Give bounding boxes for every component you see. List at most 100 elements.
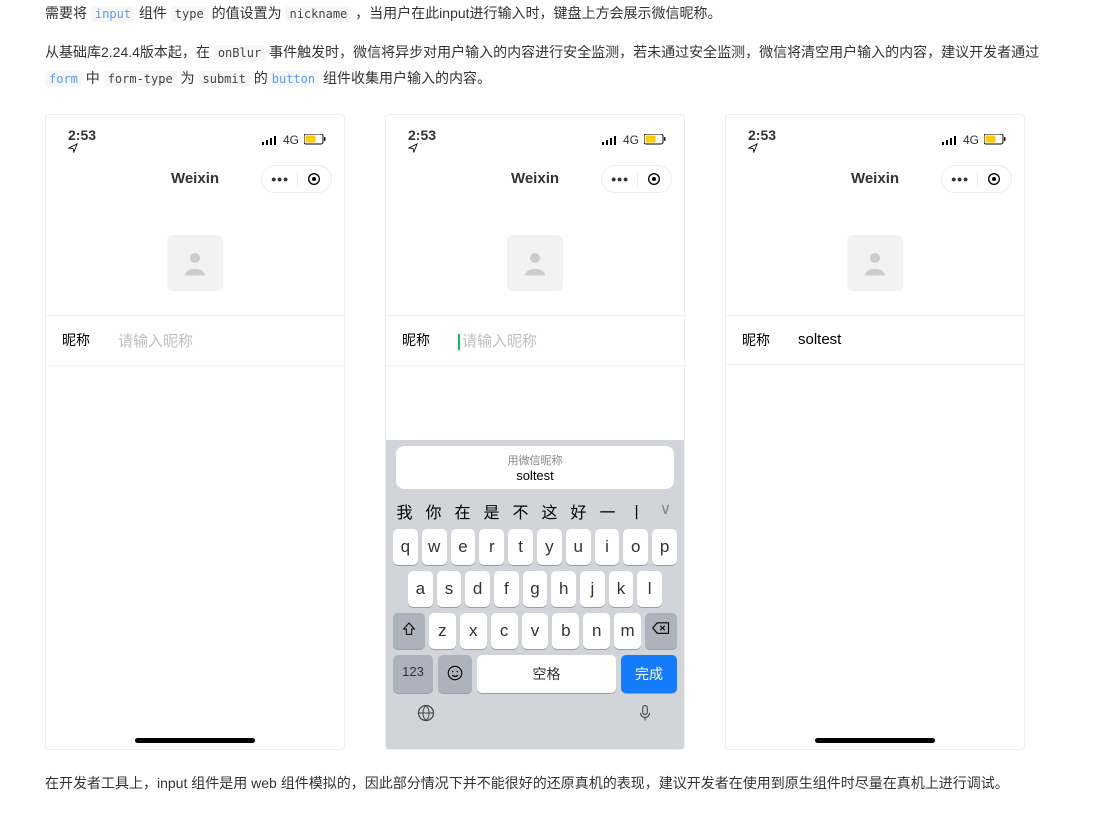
page-title: Weixin xyxy=(171,170,219,187)
key[interactable]: k xyxy=(609,571,634,607)
avatar[interactable] xyxy=(847,235,903,291)
key[interactable]: w xyxy=(422,529,447,565)
field-label: 昵称 xyxy=(742,330,798,350)
capsule-button[interactable]: ••• xyxy=(601,165,672,193)
code-form: form xyxy=(45,71,82,87)
done-key[interactable]: 完成 xyxy=(621,655,677,693)
chevron-down-icon[interactable]: ∨ xyxy=(651,499,680,523)
candidate[interactable]: 是 xyxy=(477,499,506,523)
nickname-suggestion[interactable]: 用微信昵称 soltest xyxy=(396,446,674,489)
key[interactable]: x xyxy=(460,613,487,649)
location-icon xyxy=(68,143,78,153)
key[interactable]: z xyxy=(429,613,456,649)
key[interactable]: c xyxy=(491,613,518,649)
emoji-key[interactable] xyxy=(438,655,472,693)
capsule-button[interactable]: ••• xyxy=(261,165,332,193)
nickname-field[interactable]: 昵称 请输入昵称 xyxy=(46,315,344,366)
paragraph-3: 在开发者工具上，input 组件是用 web 组件模拟的，因此部分情况下并不能很… xyxy=(45,770,1052,797)
candidate[interactable]: 这 xyxy=(535,499,564,523)
avatar[interactable] xyxy=(507,235,563,291)
key[interactable]: o xyxy=(623,529,648,565)
key[interactable]: v xyxy=(522,613,549,649)
nav-bar: Weixin ••• xyxy=(726,159,1024,199)
key[interactable]: t xyxy=(508,529,533,565)
suggestion-value: soltest xyxy=(396,468,674,483)
signal-icon xyxy=(602,135,618,145)
network-label: 4G xyxy=(623,133,639,147)
candidate[interactable]: 我 xyxy=(390,499,419,523)
key[interactable]: p xyxy=(652,529,677,565)
avatar-container xyxy=(46,199,344,315)
candidate[interactable]: 你 xyxy=(419,499,448,523)
key[interactable]: m xyxy=(614,613,641,649)
key[interactable]: s xyxy=(437,571,462,607)
key[interactable]: g xyxy=(523,571,548,607)
signal-icon xyxy=(262,135,278,145)
paragraph-1: 需要将 input 组件 type 的值设置为 nickname ，当用户在此i… xyxy=(45,0,1052,27)
status-bar: 2:53 4G xyxy=(726,115,1024,159)
more-icon[interactable]: ••• xyxy=(951,171,978,187)
space-key[interactable]: 空格 xyxy=(477,655,616,693)
phone-2: 2:53 4G Weixin ••• 昵称 xyxy=(385,114,685,750)
suggestion-title: 用微信昵称 xyxy=(396,452,674,468)
key[interactable]: r xyxy=(479,529,504,565)
status-bar: 2:53 4G xyxy=(386,115,684,159)
key[interactable]: e xyxy=(451,529,476,565)
key[interactable]: l xyxy=(637,571,662,607)
key[interactable]: y xyxy=(537,529,562,565)
key[interactable]: u xyxy=(566,529,591,565)
key[interactable]: f xyxy=(494,571,519,607)
close-icon[interactable] xyxy=(298,171,322,187)
screenshot-row: 2:53 4G Weixin ••• 昵称 xyxy=(0,104,1097,770)
nickname-field[interactable]: 昵称 请输入昵称 xyxy=(386,315,684,366)
phone-1: 2:53 4G Weixin ••• 昵称 xyxy=(45,114,345,750)
code-submit: submit xyxy=(199,71,250,87)
candidate[interactable]: 好 xyxy=(564,499,593,523)
nickname-input[interactable]: 请输入昵称 xyxy=(118,330,328,351)
phone-3: 2:53 4G Weixin ••• 昵称 xyxy=(725,114,1025,750)
nickname-field[interactable]: 昵称 soltest xyxy=(726,315,1024,365)
num-key[interactable]: 123 xyxy=(393,655,433,693)
key[interactable]: a xyxy=(408,571,433,607)
capsule-button[interactable]: ••• xyxy=(941,165,1012,193)
code-input: input xyxy=(91,6,135,22)
home-indicator xyxy=(815,738,935,743)
key[interactable]: h xyxy=(551,571,576,607)
candidate[interactable]: 一 xyxy=(593,499,622,523)
key[interactable]: d xyxy=(465,571,490,607)
avatar-placeholder-icon xyxy=(520,248,550,278)
close-icon[interactable] xyxy=(978,171,1002,187)
more-icon[interactable]: ••• xyxy=(611,171,638,187)
key[interactable]: q xyxy=(393,529,418,565)
code-button: button xyxy=(268,71,319,87)
page-title: Weixin xyxy=(851,170,899,187)
key[interactable]: b xyxy=(552,613,579,649)
more-icon[interactable]: ••• xyxy=(271,171,298,187)
close-icon[interactable] xyxy=(638,171,662,187)
key-row-bottom: 123 空格 完成 xyxy=(390,655,680,693)
nickname-input[interactable]: soltest xyxy=(798,331,1008,348)
globe-icon[interactable] xyxy=(416,703,436,723)
avatar-placeholder-icon xyxy=(180,248,210,278)
key[interactable]: n xyxy=(583,613,610,649)
mic-icon[interactable] xyxy=(636,703,654,723)
field-label: 昵称 xyxy=(402,330,458,350)
status-bar: 2:53 4G xyxy=(46,115,344,159)
candidate-row: 我 你 在 是 不 这 好 一 ㅣ ∨ xyxy=(390,495,680,529)
avatar-container xyxy=(726,199,1024,315)
status-time: 2:53 xyxy=(748,127,780,153)
page-title: Weixin xyxy=(511,170,559,187)
key[interactable]: i xyxy=(595,529,620,565)
backspace-key[interactable] xyxy=(645,613,677,649)
nickname-input[interactable]: 请输入昵称 xyxy=(458,330,668,351)
key-row-3: z x c v b n m xyxy=(390,613,680,649)
candidate[interactable]: ㅣ xyxy=(622,499,651,523)
keyboard: 用微信昵称 soltest 我 你 在 是 不 这 好 一 ㅣ ∨ q w e … xyxy=(386,440,684,749)
avatar[interactable] xyxy=(167,235,223,291)
network-label: 4G xyxy=(283,133,299,147)
candidate[interactable]: 在 xyxy=(448,499,477,523)
shift-key[interactable] xyxy=(393,613,425,649)
key[interactable]: j xyxy=(580,571,605,607)
candidate[interactable]: 不 xyxy=(506,499,535,523)
network-label: 4G xyxy=(963,133,979,147)
